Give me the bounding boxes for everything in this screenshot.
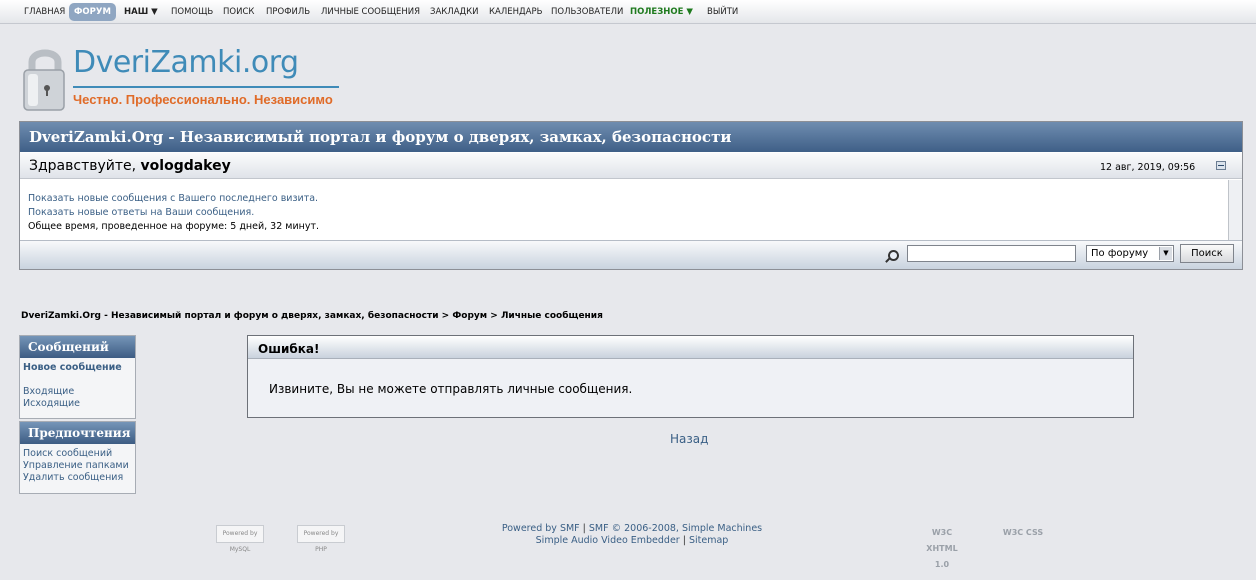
forum-title: DveriZamki.Org - Независимый портал и фо…: [20, 122, 1242, 152]
new-replies-link[interactable]: Показать новые ответы на Ваши сообщения.: [28, 206, 1228, 220]
greeting-label: Здравствуйте,: [29, 158, 141, 174]
logo-title: DveriZamki.org: [73, 45, 299, 80]
xhtml-badge[interactable]: W3C XHTML 1.0: [918, 525, 966, 569]
nav-home[interactable]: Главная: [24, 7, 65, 17]
new-posts-link[interactable]: Показать новые сообщения с Вашего послед…: [28, 192, 1228, 206]
search-input[interactable]: [907, 245, 1076, 262]
nav-calendar[interactable]: Календарь: [489, 7, 542, 17]
breadcrumb-forum[interactable]: Форум: [452, 311, 487, 321]
back-link[interactable]: Назад: [670, 432, 708, 446]
search-scope-select[interactable]: По форуму ▼: [1086, 245, 1174, 262]
search-icon: [884, 250, 899, 264]
top-navigation: Главная Форум Наш ▼ Помощь Поиск Профиль…: [0, 0, 1256, 24]
nav-search[interactable]: Поиск: [223, 7, 254, 17]
username: vologdakey: [140, 158, 231, 174]
user-greeting-bar: Здравствуйте, vologdakey 12 авг, 2019, 0…: [20, 153, 1242, 179]
search-button[interactable]: Поиск: [1180, 244, 1234, 263]
error-message: Извините, Вы не можете отправлять личные…: [269, 382, 633, 396]
footer-separator: |: [579, 523, 589, 534]
sidebar-preferences: Предпочтения Поиск сообщений Управление …: [19, 421, 136, 494]
manage-folders-link[interactable]: Управление папками: [23, 460, 135, 472]
new-message-link[interactable]: Новое сообщение: [23, 362, 135, 374]
user-info-panel: Показать новые сообщения с Вашего послед…: [20, 180, 1228, 240]
nav-forum[interactable]: Форум: [69, 3, 116, 21]
breadcrumb-site[interactable]: DveriZamki.Org - Независимый портал и фо…: [21, 311, 439, 321]
sidebar-messages: Сообщений Новое сообщение Входящие Исход…: [19, 335, 136, 419]
nav-bookmarks[interactable]: Закладки: [430, 7, 479, 17]
breadcrumb-separator: >: [438, 311, 453, 321]
footer-line-1: Powered by SMF | SMF © 2006-2008, Simple…: [0, 523, 1256, 535]
padlock-icon: [23, 49, 65, 111]
outbox-link[interactable]: Исходящие: [23, 398, 135, 410]
info-scrollbar[interactable]: [1228, 180, 1242, 240]
nav-members[interactable]: Пользователи: [551, 7, 623, 17]
sidebar-messages-header: Сообщений: [20, 336, 135, 358]
breadcrumb-separator: >: [487, 311, 501, 321]
error-panel: Ошибка! Извините, Вы не можете отправлят…: [247, 335, 1134, 418]
nav-our-menu[interactable]: Наш ▼: [124, 7, 158, 17]
online-time-text: Общее время, проведенное на форуме: 5 дн…: [28, 221, 320, 232]
footer-separator: |: [679, 535, 689, 546]
search-bar: По форуму ▼ Поиск: [20, 240, 1242, 269]
sitemap-link[interactable]: Sitemap: [689, 535, 728, 546]
site-logo[interactable]: DveriZamki.org Честно. Профессионально. …: [20, 42, 350, 116]
powered-by-smf-link[interactable]: Powered by SMF: [502, 523, 580, 534]
smf-copyright-link[interactable]: SMF © 2006-2008, Simple Machines: [589, 523, 762, 534]
breadcrumb-current[interactable]: Личные сообщения: [501, 311, 603, 321]
collapse-icon[interactable]: [1216, 161, 1226, 170]
logo-underline: [73, 86, 339, 88]
forum-header-panel: DveriZamki.Org - Независимый портал и фо…: [19, 121, 1243, 270]
logo-slogan: Честно. Профессионально. Независимо: [73, 92, 333, 107]
footer: Powered by SMF | SMF © 2006-2008, Simple…: [0, 523, 1256, 547]
nav-profile[interactable]: Профиль: [266, 7, 310, 17]
footer-line-2: Simple Audio Video Embedder | Sitemap: [0, 535, 1256, 547]
error-title: Ошибка!: [248, 336, 1133, 359]
nav-useful-menu[interactable]: Полезное ▼: [630, 7, 693, 17]
greeting-text: Здравствуйте, vologdakey: [29, 158, 231, 174]
inbox-link[interactable]: Входящие: [23, 386, 135, 398]
nav-help[interactable]: Помощь: [171, 7, 213, 17]
sidebar-preferences-header: Предпочтения: [20, 422, 135, 444]
nav-logout[interactable]: Выйти: [707, 7, 738, 17]
current-datetime: 12 авг, 2019, 09:56: [1100, 162, 1196, 173]
search-scope-value: По форуму: [1091, 248, 1149, 259]
breadcrumb: DveriZamki.Org - Независимый портал и фо…: [21, 311, 603, 321]
chevron-down-icon: ▼: [1159, 247, 1172, 260]
css-badge[interactable]: W3C CSS: [999, 525, 1047, 543]
delete-messages-link[interactable]: Удалить сообщения: [23, 472, 135, 484]
nav-personal-messages[interactable]: Личные сообщения: [321, 7, 420, 17]
embedder-link[interactable]: Simple Audio Video Embedder: [536, 535, 680, 546]
search-messages-link[interactable]: Поиск сообщений: [23, 448, 135, 460]
